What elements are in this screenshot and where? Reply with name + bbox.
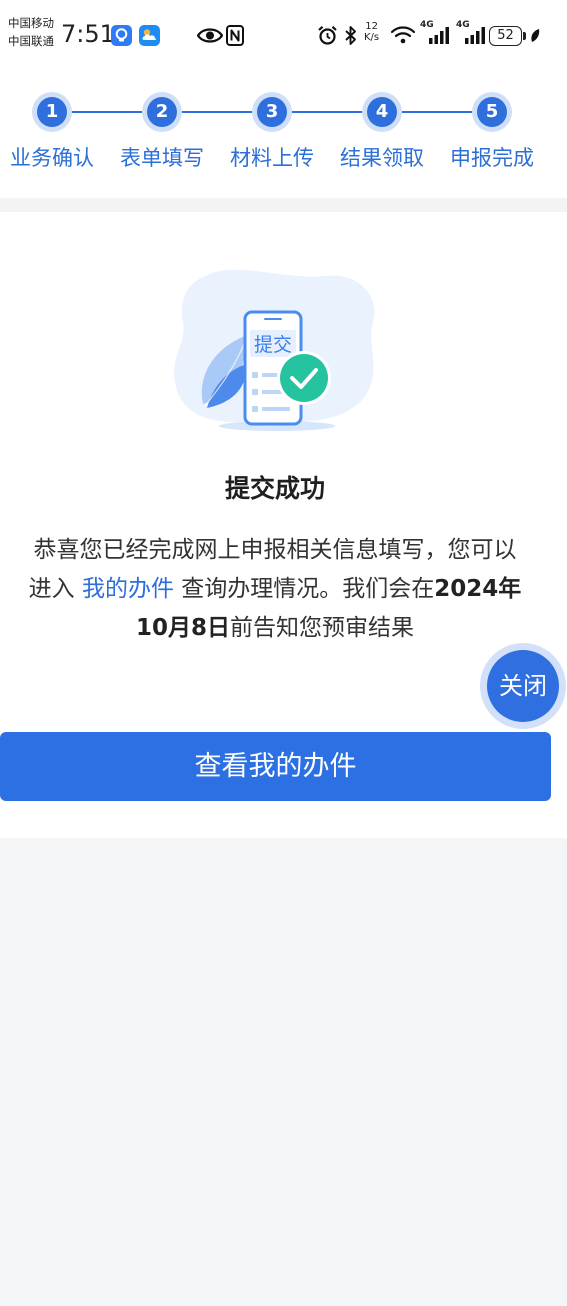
wifi-icon <box>391 26 415 44</box>
step-indicator: 3 <box>252 92 292 132</box>
step-label: 表单填写 <box>120 146 204 170</box>
step-form-fill: 2 表单填写 <box>107 92 217 182</box>
net-speed-unit: K/s <box>364 32 380 43</box>
message-text: 前告知您预审结果 <box>230 615 414 641</box>
step-label: 材料上传 <box>230 146 314 170</box>
step-label: 申报完成 <box>450 146 534 170</box>
signal-icon <box>465 27 485 44</box>
carrier-1: 中国移动 <box>8 16 54 30</box>
message-text: 进入 <box>28 576 82 602</box>
eye-icon <box>197 28 223 43</box>
message-text: 恭喜您已经完成网上申报相关信息填写，您可以 <box>33 537 517 563</box>
leaf-icon <box>531 29 540 42</box>
notify-date-year: 2024年 <box>434 576 522 602</box>
section-divider <box>0 198 567 212</box>
net-speed-value: 12 <box>365 21 378 32</box>
bluetooth-icon <box>345 26 356 45</box>
net-speed: 12 K/s <box>364 21 379 43</box>
my-cases-link[interactable]: 我的办件 <box>82 576 174 602</box>
step-result-pickup: 4 结果领取 <box>327 92 437 182</box>
view-my-cases-button[interactable]: 查看我的办件 <box>0 732 551 801</box>
step-number: 2 <box>147 97 177 127</box>
battery-nub <box>523 32 526 40</box>
notify-date-day: 10月8日 <box>135 615 230 641</box>
step-number: 5 <box>477 97 507 127</box>
success-message: 恭喜您已经完成网上申报相关信息填写，您可以 进入 我的办件 查询办理情况。我们会… <box>0 531 550 648</box>
alarm-icon <box>318 25 337 45</box>
step-business-confirm: 1 业务确认 <box>0 92 107 182</box>
message-line: 进入 我的办件 查询办理情况。我们会在2024年 <box>0 570 550 609</box>
step-number: 3 <box>257 97 287 127</box>
success-title: 提交成功 <box>224 474 325 503</box>
battery-level: 52 <box>497 28 514 43</box>
step-indicator: 4 <box>362 92 402 132</box>
step-label: 结果领取 <box>340 146 424 170</box>
step-material-upload: 3 材料上传 <box>217 92 327 182</box>
carrier-info: 中国移动 中国联通 <box>8 14 54 50</box>
status-time: 7:51 <box>61 20 115 48</box>
step-number: 4 <box>367 97 397 127</box>
carrier-2: 中国联通 <box>8 34 54 48</box>
weather-app-icon <box>139 25 160 46</box>
message-text: 查询办理情况。我们会在 <box>173 576 435 602</box>
step-number: 1 <box>37 97 67 127</box>
step-indicator: 2 <box>142 92 182 132</box>
message-line: 恭喜您已经完成网上申报相关信息填写，您可以 <box>0 531 550 570</box>
signal-icon <box>429 27 449 44</box>
illustration-submit-text: 提交 <box>254 334 292 356</box>
step-declaration-complete: 5 申报完成 <box>437 92 547 182</box>
progress-stepper: 1 业务确认 2 表单填写 3 材料上传 4 结果领取 5 申报完成 <box>0 92 547 182</box>
battery-icon: 52 <box>489 26 522 46</box>
check-circle-icon <box>280 354 328 402</box>
step-indicator: 1 <box>32 92 72 132</box>
submit-success-illustration: 提交 <box>174 269 375 431</box>
app-shield-icon <box>111 25 132 46</box>
message-line: 10月8日前告知您预审结果 <box>0 609 550 648</box>
close-button[interactable]: 关闭 <box>487 650 559 722</box>
step-indicator: 5 <box>472 92 512 132</box>
step-label: 业务确认 <box>10 146 94 170</box>
nfc-icon <box>226 25 244 46</box>
